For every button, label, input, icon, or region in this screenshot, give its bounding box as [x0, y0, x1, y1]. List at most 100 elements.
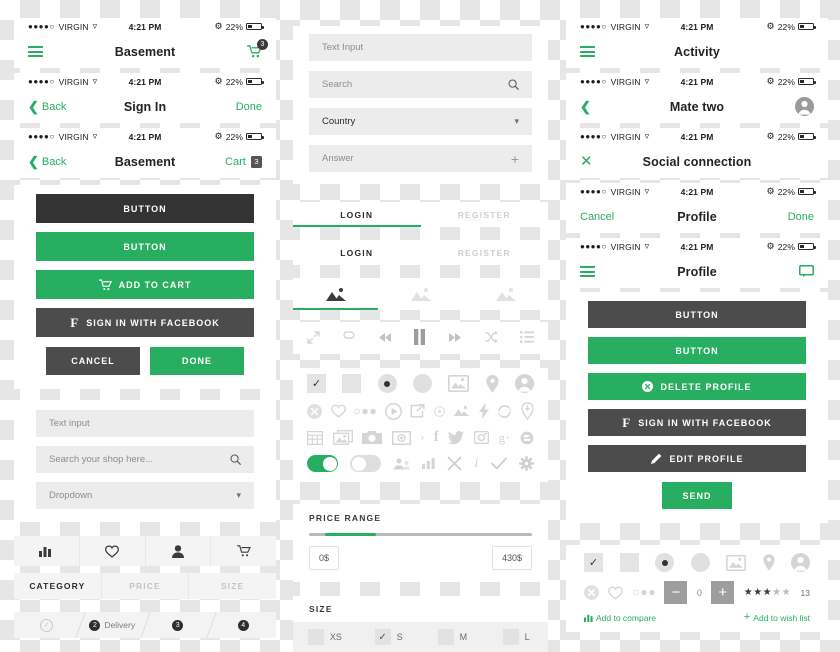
cart-icon[interactable]: 3: [247, 39, 268, 58]
googleplus-icon[interactable]: g +: [499, 430, 511, 446]
tab-login[interactable]: LOGIN: [293, 240, 421, 265]
size-checkbox[interactable]: [502, 629, 519, 645]
gallery-tab-2[interactable]: [378, 281, 463, 310]
toggle-on-icon[interactable]: [307, 455, 338, 472]
decrement-button[interactable]: −: [664, 581, 688, 604]
text-input[interactable]: Text Input: [309, 34, 532, 61]
gear-icon[interactable]: [518, 456, 534, 471]
grid-icon[interactable]: [307, 430, 323, 445]
size-option-s[interactable]: ✓ S: [357, 629, 421, 645]
gallery-tab-1[interactable]: [293, 281, 378, 310]
tab-icon-cart[interactable]: [211, 536, 276, 566]
facebook-icon[interactable]: f: [434, 429, 439, 446]
filter-tab-size[interactable]: SIZE: [189, 573, 276, 599]
size-option-xs[interactable]: XS: [293, 629, 357, 645]
gallery-tab-3[interactable]: [463, 281, 548, 310]
cancel-button[interactable]: CANCEL: [46, 347, 140, 375]
filter-tab-price[interactable]: PRICE: [102, 573, 190, 599]
button-grey[interactable]: BUTTON: [588, 301, 806, 328]
filter-tab-category[interactable]: CATEGORY: [14, 573, 102, 599]
bars-icon[interactable]: [421, 458, 435, 469]
back-button[interactable]: ❮ Back: [28, 155, 115, 168]
step-4[interactable]: 4: [211, 612, 277, 638]
playlist-icon[interactable]: [519, 331, 534, 343]
radio-selected-icon[interactable]: [377, 374, 397, 393]
flash-icon[interactable]: [478, 403, 489, 419]
map-pin-icon[interactable]: [486, 374, 499, 393]
size-checkbox-checked[interactable]: ✓: [374, 629, 391, 645]
hamburger-icon[interactable]: [580, 46, 595, 57]
cart-button[interactable]: Cart 3: [175, 155, 262, 168]
share-icon[interactable]: [410, 404, 425, 418]
map-pin-icon[interactable]: [762, 554, 775, 571]
avatar-icon[interactable]: [514, 374, 534, 393]
shuffle-icon[interactable]: [484, 331, 499, 343]
image-small-icon[interactable]: [453, 405, 470, 417]
hamburger-icon[interactable]: [580, 266, 595, 277]
cancel-button[interactable]: Cancel: [580, 211, 614, 223]
size-checkbox[interactable]: [307, 629, 324, 645]
twitter-icon[interactable]: [448, 431, 465, 444]
tab-login[interactable]: LOGIN: [293, 202, 421, 227]
rating-stars[interactable]: ★★★★★: [744, 587, 791, 598]
chevron-right-icon[interactable]: ›: [421, 432, 425, 444]
tab-icon-stats[interactable]: [14, 536, 80, 566]
group-icon[interactable]: [393, 458, 410, 470]
heart-icon[interactable]: [330, 404, 346, 418]
gallery-icon[interactable]: [332, 430, 353, 445]
pin-download-icon[interactable]: [521, 402, 534, 420]
add-to-compare-link[interactable]: Add to compare: [584, 613, 656, 623]
check-icon[interactable]: [490, 457, 507, 470]
text-input[interactable]: Text input: [36, 410, 254, 437]
radio-empty-icon[interactable]: [690, 553, 710, 572]
search-icon[interactable]: [508, 79, 519, 90]
avatar-icon[interactable]: [795, 97, 814, 116]
search-icon[interactable]: [230, 454, 241, 465]
avatar-icon[interactable]: [791, 553, 810, 572]
radio-selected-icon[interactable]: [655, 553, 674, 572]
close-icon[interactable]: ✕: [580, 154, 593, 169]
radio-empty-icon[interactable]: [412, 374, 432, 393]
heart-icon[interactable]: [608, 586, 624, 600]
price-range-slider[interactable]: [309, 533, 532, 536]
rewind-icon[interactable]: [378, 332, 392, 343]
button-green[interactable]: BUTTON: [588, 337, 806, 364]
tab-icon-profile[interactable]: [146, 536, 212, 566]
checkbox-empty-icon[interactable]: [619, 553, 639, 572]
size-checkbox[interactable]: [437, 629, 454, 645]
send-button[interactable]: SEND: [662, 482, 732, 509]
delete-profile-button[interactable]: DELETE PROFILE: [588, 373, 806, 400]
done-button[interactable]: Done: [788, 211, 814, 223]
hamburger-icon[interactable]: [28, 46, 43, 57]
repeat-icon[interactable]: [342, 331, 356, 343]
chat-icon[interactable]: [799, 265, 814, 278]
image-icon[interactable]: [448, 375, 470, 392]
toggle-off-icon[interactable]: [350, 455, 382, 472]
increment-button[interactable]: +: [711, 581, 735, 604]
pause-icon[interactable]: [413, 329, 426, 345]
blogger-icon[interactable]: [520, 431, 534, 445]
play-circle-icon[interactable]: [384, 402, 402, 420]
answer-input[interactable]: Answer +: [309, 145, 532, 172]
camera-icon[interactable]: [362, 430, 383, 445]
close-circle-icon[interactable]: [584, 585, 599, 600]
add-to-wishlist-link[interactable]: + Add to wish list: [744, 612, 810, 623]
plus-icon[interactable]: +: [511, 151, 519, 167]
back-button[interactable]: ❮ Back: [28, 100, 124, 113]
done-button[interactable]: DONE: [150, 347, 244, 375]
search-input[interactable]: Search: [309, 71, 532, 98]
tab-register[interactable]: REGISTER: [421, 202, 549, 227]
video-icon[interactable]: [391, 430, 411, 445]
image-icon[interactable]: [726, 554, 746, 571]
dropdown-select[interactable]: Dropdown ▾: [36, 482, 254, 509]
refresh-icon[interactable]: [497, 404, 512, 419]
close-icon[interactable]: [447, 456, 462, 471]
chevron-left-icon[interactable]: ❮: [580, 100, 591, 113]
tab-icon-favorites[interactable]: [80, 536, 146, 566]
checkbox-checked-icon[interactable]: ✓: [307, 374, 326, 393]
done-button[interactable]: Done: [236, 101, 262, 113]
forward-icon[interactable]: [448, 332, 462, 343]
facebook-signin-button[interactable]: f SIGN IN WITH FACEBOOK: [36, 308, 254, 337]
checkbox-checked-icon[interactable]: ✓: [584, 553, 603, 572]
step-3[interactable]: 3: [145, 612, 211, 638]
